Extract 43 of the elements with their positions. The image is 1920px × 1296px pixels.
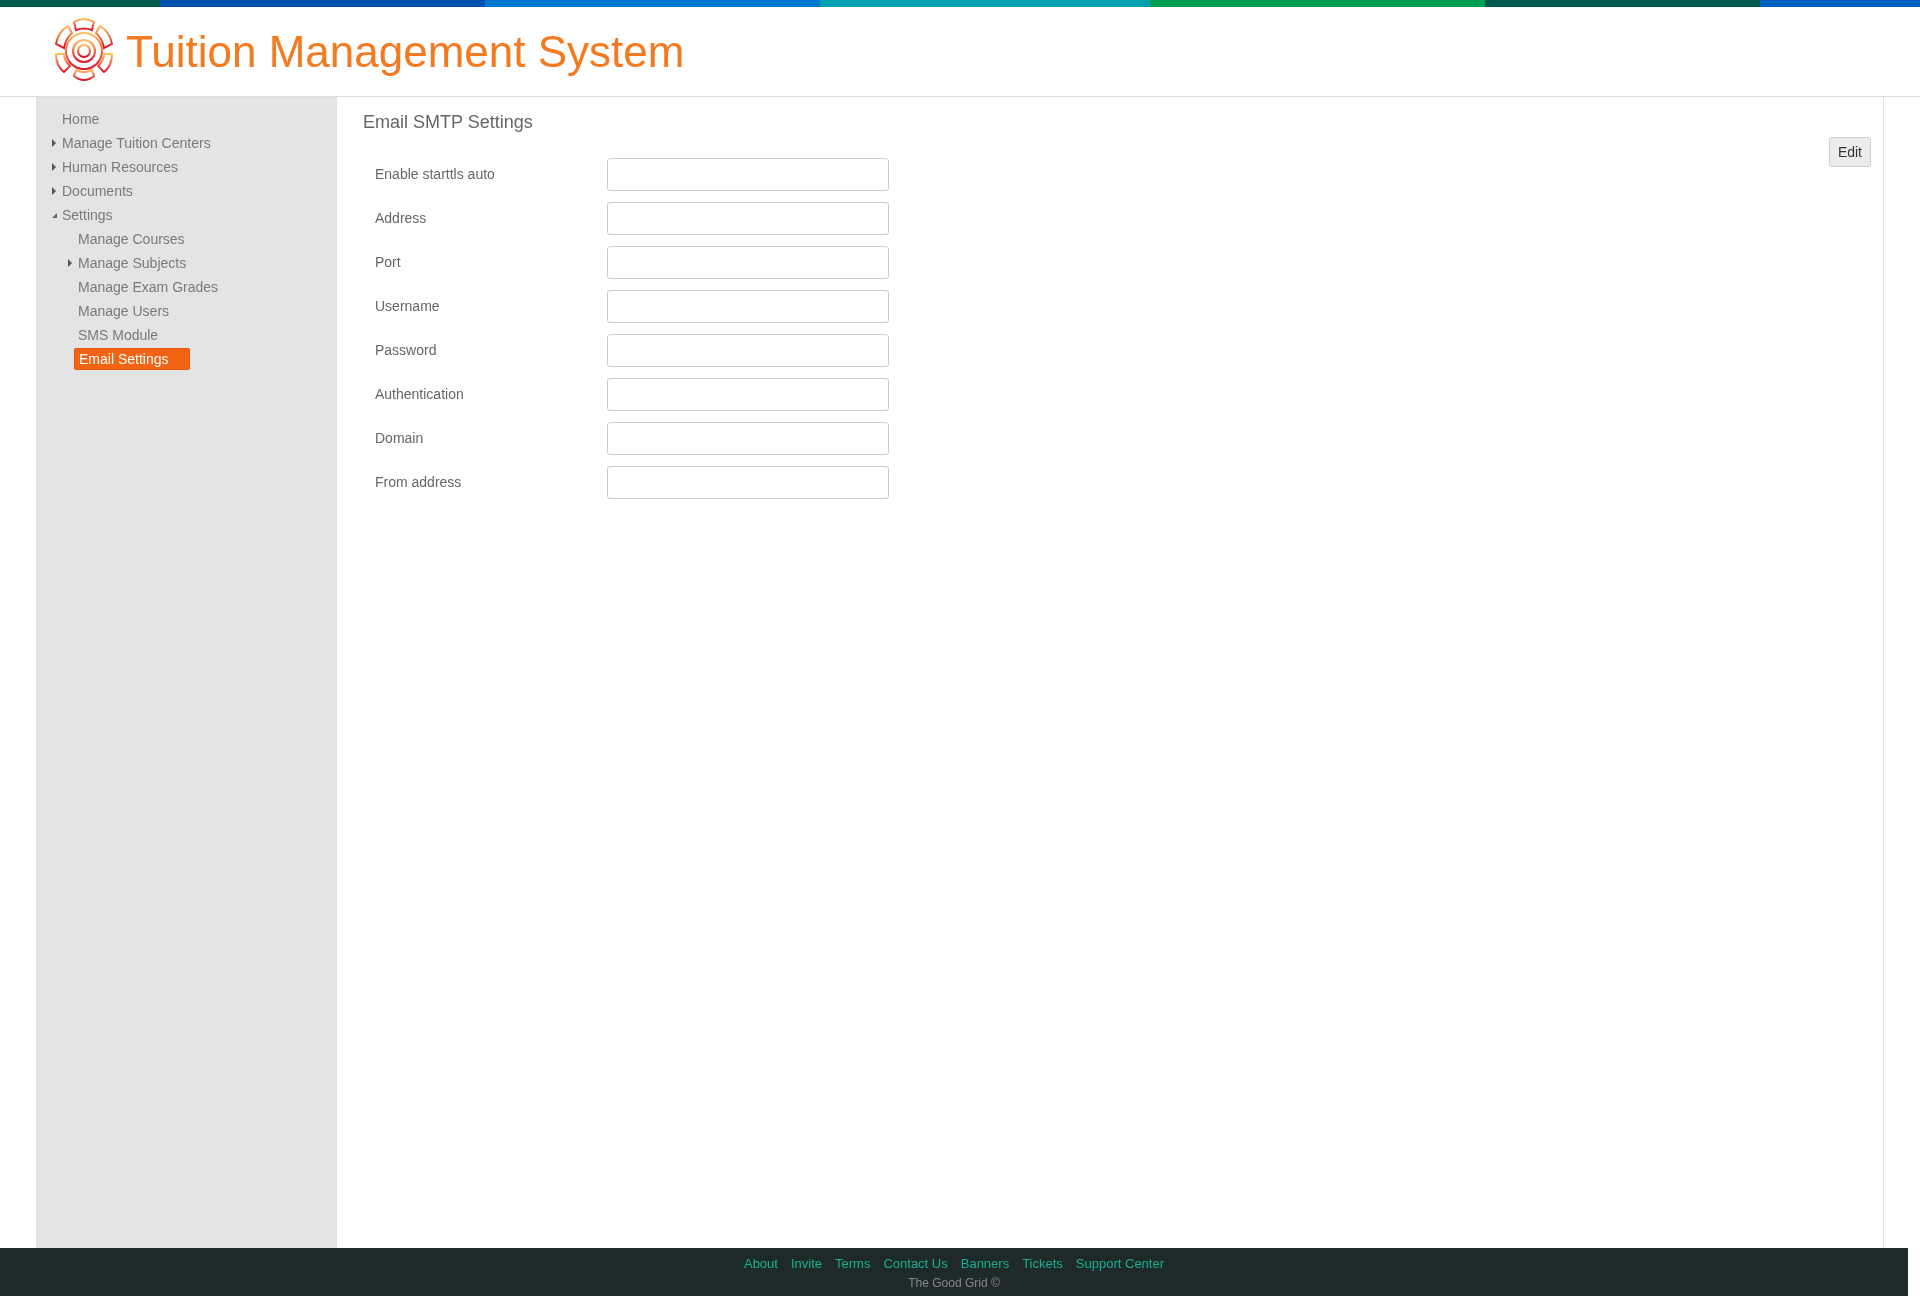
input-field[interactable] (607, 290, 889, 323)
field-label: From address (375, 473, 463, 492)
input-field[interactable] (607, 334, 889, 367)
sidebar-item[interactable]: Home (62, 109, 100, 129)
sidebar-item[interactable]: SMS Module (78, 325, 159, 345)
caret-right-icon[interactable] (51, 139, 57, 147)
input-field[interactable] (607, 422, 889, 455)
sidebar-item[interactable]: Documents (62, 181, 133, 201)
sidebar-item[interactable]: Manage Exam Grades (78, 277, 219, 297)
sidebar-item[interactable]: Manage Subjects (78, 253, 187, 273)
footer-link[interactable]: Contact Us (883, 1254, 948, 1274)
app-title: Tuition Management System (126, 29, 685, 74)
sidebar-item[interactable]: Manage Tuition Centers (62, 133, 211, 153)
input-field[interactable] (607, 246, 889, 279)
footer-link[interactable]: Terms (835, 1254, 871, 1274)
sidebar-item[interactable]: Email Settings (74, 348, 190, 370)
footer-link[interactable]: Banners (960, 1254, 1010, 1274)
caret-down-icon[interactable] (51, 211, 57, 219)
sidebar-item[interactable]: Human Resources (62, 157, 178, 177)
footer-link[interactable]: About (743, 1254, 778, 1274)
caret-right-icon[interactable] (67, 259, 73, 267)
caret-right-icon[interactable] (51, 163, 57, 171)
field-label: Username (375, 297, 441, 316)
caret-right-icon[interactable] (51, 187, 57, 195)
input-field[interactable] (607, 378, 889, 411)
field-label: Authentication (375, 385, 465, 404)
field-label: Password (375, 341, 438, 360)
footer-link[interactable]: Invite (790, 1254, 823, 1274)
page-title: Email SMTP Settings (363, 111, 534, 134)
edit-button[interactable]: Edit (1828, 137, 1871, 167)
field-label: Enable starttls auto (375, 165, 496, 184)
input-field[interactable] (607, 202, 889, 235)
field-label: Address (375, 209, 428, 228)
input-field[interactable] (607, 158, 889, 191)
sidebar-item[interactable]: Manage Courses (78, 229, 185, 249)
field-label: Port (375, 253, 402, 272)
sidebar-item[interactable]: Manage Users (78, 301, 170, 321)
copyright-text: The Good Grid © (908, 1274, 1000, 1292)
field-label: Domain (375, 429, 425, 448)
input-field[interactable] (607, 466, 889, 499)
sidebar-item[interactable]: Settings (62, 205, 113, 225)
footer-link[interactable]: Support Center (1075, 1254, 1165, 1274)
footer-link[interactable]: Tickets (1022, 1254, 1063, 1274)
